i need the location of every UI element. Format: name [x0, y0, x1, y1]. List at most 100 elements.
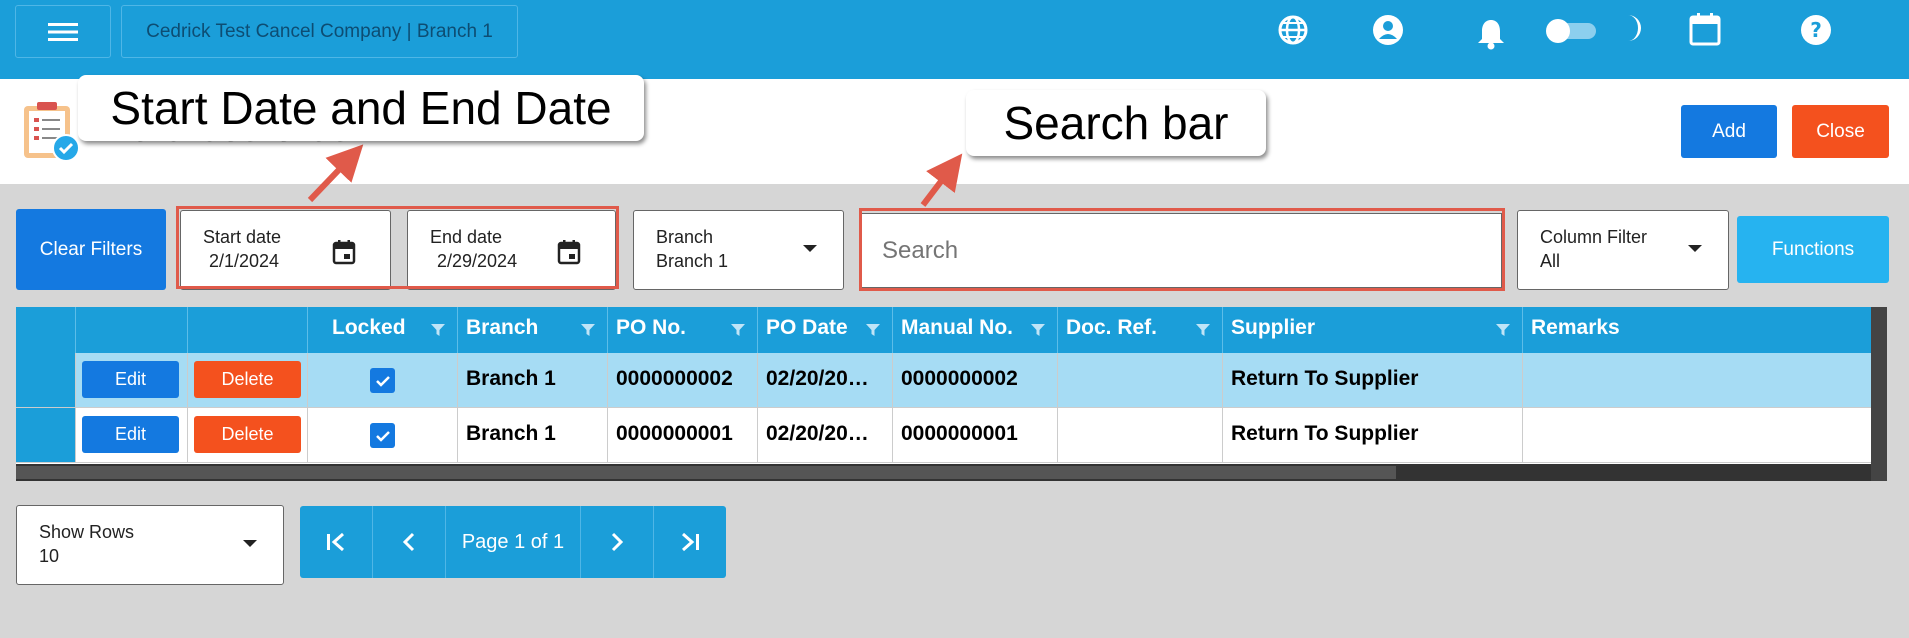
edit-cell: Edit: [76, 408, 188, 463]
globe-icon[interactable]: [1275, 12, 1311, 48]
cell-text: Branch 1: [466, 367, 556, 390]
header-supplier[interactable]: Supplier: [1223, 307, 1523, 353]
header-po-date[interactable]: PO Date: [758, 307, 893, 353]
po-no-cell: 0000000001: [608, 408, 758, 463]
page-label: Page 1 of 1: [461, 530, 565, 553]
remarks-cell: [1523, 353, 1871, 408]
company-selector[interactable]: Cedrick Test Cancel Company | Branch 1: [121, 5, 518, 58]
filter-icon[interactable]: [581, 323, 595, 337]
supplier-cell: Return To Supplier: [1223, 353, 1523, 408]
row-select-cell[interactable]: [16, 353, 76, 408]
chevron-left-icon: [402, 532, 415, 552]
header-label: Supplier: [1231, 316, 1316, 339]
first-page-icon: [327, 532, 344, 552]
supplier-cell: Return To Supplier: [1223, 408, 1523, 463]
menu-icon: [48, 22, 78, 41]
toggle-knob: [1546, 19, 1570, 43]
delete-cell: Delete: [188, 353, 308, 408]
pagination: Page 1 of 1: [300, 506, 726, 578]
show-rows-label: Show Rows: [39, 522, 135, 542]
check-icon: [375, 430, 390, 442]
add-button[interactable]: Add: [1681, 105, 1777, 158]
header-remarks[interactable]: Remarks: [1523, 307, 1871, 353]
clear-filters-button[interactable]: Clear Filters: [16, 209, 166, 290]
calendar-icon[interactable]: [1687, 11, 1723, 47]
header-label: Branch: [466, 316, 539, 339]
cell-text: Return To Supplier: [1231, 422, 1419, 445]
header-manual-no[interactable]: Manual No.: [893, 307, 1058, 353]
cell-text: 02/20/20…: [766, 367, 869, 390]
edit-cell: Edit: [76, 353, 188, 408]
row-select-cell[interactable]: [16, 408, 76, 463]
chevron-down-icon: [1688, 245, 1702, 252]
header-label: Remarks: [1531, 316, 1620, 339]
last-page-icon: [682, 532, 699, 552]
doc-ref-cell: [1058, 353, 1223, 408]
chevron-down-icon: [803, 245, 817, 252]
cell-text: Branch 1: [466, 422, 556, 445]
cell-text: Return To Supplier: [1231, 367, 1419, 390]
bell-icon[interactable]: [1473, 16, 1509, 52]
account-icon[interactable]: [1370, 12, 1406, 48]
dates-callout: Start Date and End Date: [78, 75, 644, 141]
edit-button[interactable]: Edit: [82, 416, 179, 453]
branch-value: Branch 1: [656, 251, 729, 271]
locked-cell: [308, 353, 458, 408]
svg-text:?: ?: [1810, 18, 1822, 42]
header-edit-col: [76, 307, 188, 353]
help-icon[interactable]: ?: [1798, 12, 1834, 48]
delete-button[interactable]: Delete: [194, 361, 301, 398]
prev-page-button[interactable]: [373, 506, 446, 578]
table-row[interactable]: Edit Delete Branch 1 0000000002 02/20/20…: [16, 353, 1871, 408]
horizontal-scrollbar[interactable]: [16, 464, 1871, 481]
edit-button[interactable]: Edit: [82, 361, 179, 398]
column-filter-select[interactable]: Column Filter All: [1517, 210, 1729, 290]
doc-ref-cell: [1058, 408, 1223, 463]
purchase-order-icon: [22, 98, 84, 164]
search-callout: Search bar: [966, 90, 1266, 156]
filter-icon[interactable]: [431, 323, 445, 337]
header-branch[interactable]: Branch: [458, 307, 608, 353]
delete-cell: Delete: [188, 408, 308, 463]
cell-text: 0000000001: [901, 422, 1018, 445]
delete-button[interactable]: Delete: [194, 416, 301, 453]
show-rows-select[interactable]: Show Rows 10: [16, 505, 284, 585]
top-bar: Cedrick Test Cancel Company | Branch 1 ?: [0, 0, 1909, 79]
moon-icon: [1614, 10, 1650, 46]
header-delete-col: [188, 307, 308, 353]
header-label: Manual No.: [901, 316, 1014, 339]
header-label: PO No.: [616, 316, 687, 339]
first-page-button[interactable]: [300, 506, 373, 578]
filter-icon[interactable]: [866, 323, 880, 337]
theme-toggle[interactable]: [1546, 19, 1602, 43]
next-page-button[interactable]: [581, 506, 654, 578]
branch-cell: Branch 1: [458, 408, 608, 463]
filter-icon[interactable]: [1196, 323, 1210, 337]
column-filter-label: Column Filter: [1540, 227, 1648, 247]
last-page-button[interactable]: [654, 506, 726, 578]
locked-checkbox[interactable]: [370, 368, 395, 393]
scrollbar-thumb[interactable]: [16, 466, 1396, 479]
close-button[interactable]: Close: [1792, 105, 1889, 158]
purchase-order-table: Locked Branch PO No. PO Date Manual No. …: [16, 307, 1887, 481]
header-locked[interactable]: Locked: [308, 307, 458, 353]
remarks-cell: [1523, 408, 1871, 463]
functions-button[interactable]: Functions: [1737, 216, 1889, 283]
filter-icon[interactable]: [1496, 323, 1510, 337]
header-label: PO Date: [766, 316, 848, 339]
header-po-no[interactable]: PO No.: [608, 307, 758, 353]
page-indicator: Page 1 of 1: [446, 506, 581, 578]
header-doc-ref[interactable]: Doc. Ref.: [1058, 307, 1223, 353]
menu-button[interactable]: [15, 5, 111, 58]
header-label: Doc. Ref.: [1066, 316, 1158, 339]
filter-icon[interactable]: [1031, 323, 1045, 337]
branch-label: Branch: [656, 227, 714, 247]
search-highlight-box: [859, 208, 1505, 291]
cell-text: 0000000001: [616, 422, 733, 445]
cell-text: 02/20/20…: [766, 422, 869, 445]
locked-checkbox[interactable]: [370, 423, 395, 448]
filter-icon[interactable]: [731, 323, 745, 337]
branch-select[interactable]: Branch Branch 1: [633, 210, 844, 290]
table-row[interactable]: Edit Delete Branch 1 0000000001 02/20/20…: [16, 408, 1871, 464]
chevron-down-icon: [243, 540, 257, 547]
